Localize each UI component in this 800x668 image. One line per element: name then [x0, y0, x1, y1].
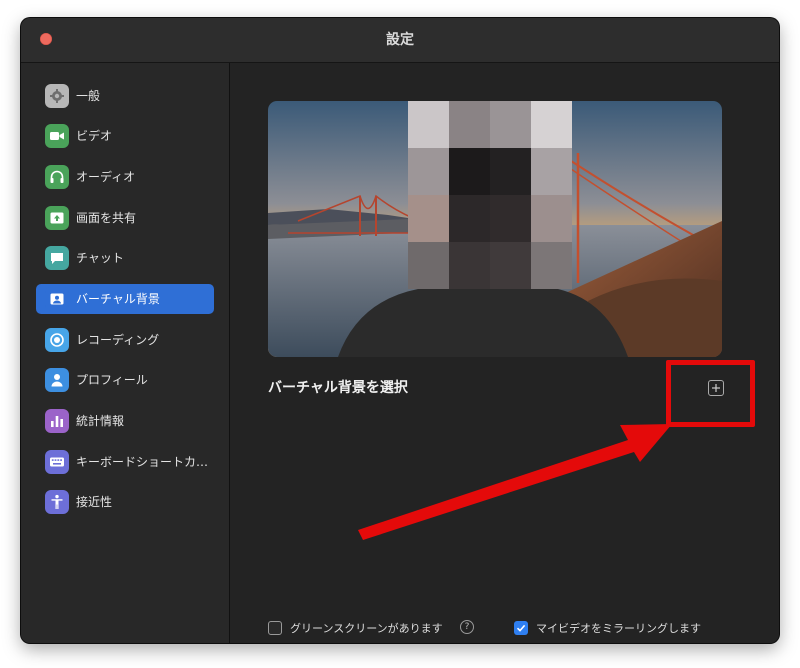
select-virtual-background-label: バーチャル背景を選択 [268, 380, 408, 396]
gear-icon [45, 84, 69, 108]
sidebar-item-label: キーボードショートカ… [76, 455, 209, 469]
sidebar-item-virtual-background[interactable]: バーチャル背景 [36, 284, 214, 314]
sidebar-item-share-screen[interactable]: 画面を共有 [36, 203, 214, 233]
mirror-video-label: マイビデオをミラーリングします [536, 622, 701, 635]
help-icon[interactable]: ? [460, 620, 474, 634]
sidebar-item-statistics[interactable]: 統計情報 [36, 406, 214, 436]
mirror-video-checkbox[interactable] [514, 621, 528, 635]
bar-chart-icon [45, 409, 69, 433]
virtual-background-icon [45, 287, 69, 311]
sidebar-item-general[interactable]: 一般 [36, 81, 214, 111]
keyboard-icon [45, 450, 69, 474]
sidebar-item-audio[interactable]: オーディオ [36, 162, 214, 192]
headphones-icon [45, 165, 69, 189]
share-screen-icon [45, 206, 69, 230]
annotation-highlight-box [666, 360, 755, 427]
sidebar-item-label: オーディオ [76, 170, 136, 184]
checkmark-icon [516, 624, 526, 632]
record-icon [45, 328, 69, 352]
sidebar-item-accessibility[interactable]: 接近性 [36, 487, 214, 517]
sidebar-item-profile[interactable]: プロフィール [36, 365, 214, 395]
sidebar-item-label: 統計情報 [76, 414, 125, 428]
sidebar-item-label: 接近性 [76, 495, 113, 509]
person-icon [45, 368, 69, 392]
sidebar-item-chat[interactable]: チャット [36, 243, 214, 273]
virtual-background-panel: バーチャル背景を選択 グリーンスクリーンがあります ? マイビデオをミラーリング… [230, 63, 779, 643]
sidebar-item-label: バーチャル背景 [76, 292, 160, 306]
sidebar-item-label: チャット [76, 251, 124, 265]
sidebar-item-label: 画面を共有 [76, 211, 137, 225]
sidebar-item-label: レコーディング [76, 333, 160, 347]
sidebar-item-label: プロフィール [76, 373, 148, 387]
chat-bubble-icon [45, 246, 69, 270]
title-bar: 設定 [21, 18, 779, 63]
window-title: 設定 [386, 32, 414, 48]
sidebar-item-video[interactable]: ビデオ [36, 121, 214, 151]
video-camera-icon [45, 124, 69, 148]
video-preview [268, 101, 722, 357]
accessibility-icon [45, 490, 69, 514]
sidebar-item-label: 一般 [76, 89, 101, 103]
settings-window: 設定 一般 ビデオ オーディオ 画面を共有 チャット バーチャル背景 レコーディ… [21, 18, 779, 643]
sidebar-item-recording[interactable]: レコーディング [36, 325, 214, 355]
settings-sidebar: 一般 ビデオ オーディオ 画面を共有 チャット バーチャル背景 レコーディング … [21, 63, 230, 643]
green-screen-checkbox[interactable] [268, 621, 282, 635]
sidebar-item-keyboard-shortcuts[interactable]: キーボードショートカ… [36, 447, 214, 477]
green-screen-label: グリーンスクリーンがあります [290, 622, 443, 635]
sidebar-item-label: ビデオ [76, 129, 113, 143]
